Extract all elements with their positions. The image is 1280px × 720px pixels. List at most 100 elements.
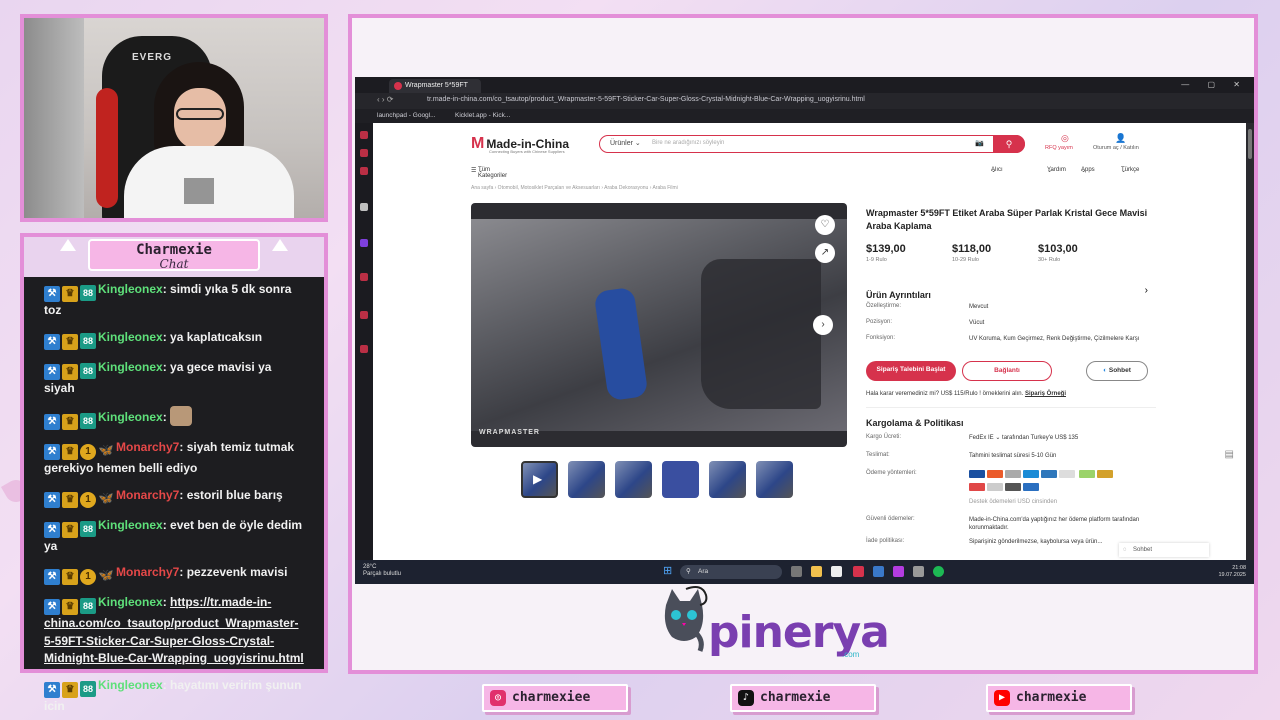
chat-message: ⚒ ♛ 1 🦋 Monarchy7: pezzevenk mavisi [44, 564, 304, 585]
search-category[interactable]: Ürünler ⌄ [610, 139, 641, 147]
butterfly-badge-icon: 🦋 [98, 490, 114, 505]
chat-username[interactable]: Kingleonex [98, 330, 163, 344]
chat-username[interactable]: Kingleonex [98, 518, 163, 532]
task-view-icon[interactable] [791, 566, 802, 577]
product-title: Wrapmaster 5*59FT Etiket Araba Süper Par… [866, 208, 1148, 231]
favorite-heart-icon[interactable]: ♡ [815, 215, 835, 235]
price-tier: $103,00 30+ Rulo [1038, 243, 1078, 263]
user-icon[interactable]: 👤 [1115, 133, 1126, 144]
taskbar-search[interactable]: ⚲ Ara [680, 565, 782, 579]
sidebar-icon[interactable] [360, 149, 368, 157]
camera-icon[interactable]: 📷 [975, 139, 984, 147]
chat-button[interactable]: ◐ Sohbet [1086, 361, 1148, 381]
thumbnail[interactable] [662, 461, 699, 498]
window-controls[interactable]: — ▢ ✕ [1181, 80, 1248, 89]
chat-username[interactable]: Monarchy7 [116, 488, 179, 502]
chat-username[interactable]: Kingleonex [98, 678, 163, 692]
product-page: M Made-in-China Connecting Buyers with Ch… [373, 123, 1246, 560]
search-box[interactable]: Ürünler ⌄ Bire ne aradığınızı söyleyin 📷… [599, 135, 1025, 153]
chat-username[interactable]: Kingleonex [98, 595, 163, 609]
obs-icon[interactable] [913, 566, 924, 577]
sidebar-icon[interactable] [360, 203, 368, 211]
address-bar[interactable]: ‹ › ⟳ tr.made-in-china.com/co_tsautop/pr… [355, 93, 1254, 109]
app-icon[interactable] [831, 566, 842, 577]
feedback-icon[interactable]: ▤ [1225, 449, 1234, 460]
nav-language[interactable]: Türkçe ⌄ [1121, 167, 1139, 174]
app-icon[interactable] [873, 566, 884, 577]
product-gallery[interactable]: WRAPMASTER ♡ ↗ › [471, 203, 847, 447]
thumbnail[interactable] [615, 461, 652, 498]
crown-badge-icon: ♛ [62, 491, 78, 508]
social-instagram: ◎ charmexiee [482, 684, 628, 712]
rfq-icon[interactable]: ◎ [1061, 133, 1069, 144]
thumbnail[interactable] [709, 461, 746, 498]
crown-badge-icon: ♛ [62, 333, 78, 350]
sidebar-icon[interactable] [360, 311, 368, 319]
crown-badge-icon: ♛ [62, 599, 78, 615]
tab-active[interactable]: Wrapmaster 5*59FT [389, 79, 481, 93]
chat-text: ya kaplatıcaksın [170, 329, 263, 344]
search-input[interactable]: Bire ne aradığınızı söyleyin [652, 140, 724, 146]
login-link[interactable]: Oturum aç / Katılın [1093, 145, 1139, 151]
nav-buyer[interactable]: Alıcı ⌄ [991, 167, 1003, 174]
product-info: Wrapmaster 5*59FT Etiket Araba Süper Par… [866, 207, 1156, 552]
category-nav: ☰ Tüm Kategoriler ⌄ Alıcı ⌄ Yardım ⌄ App… [471, 167, 1151, 179]
chat-username[interactable]: Kingleonex [98, 410, 163, 424]
contact-button[interactable]: Bağlantı [962, 361, 1052, 381]
sample-order-link[interactable]: Sipariş Örneği [1025, 391, 1066, 397]
hammer-badge-icon: ⚒ [44, 569, 60, 585]
return-policy-row: İade politikası: Siparişiniz gönderilmezs… [866, 538, 1103, 545]
all-categories-button[interactable]: ☰ Tüm Kategoriler ⌄ [471, 167, 507, 179]
chevron-right-icon[interactable]: › [1145, 285, 1148, 296]
chat-username[interactable]: Kingleonex [98, 282, 163, 296]
nav-apps[interactable]: Apps ⌄ [1081, 167, 1095, 174]
windows-start-icon[interactable]: ⊞ [663, 566, 672, 577]
applepay-icon [1005, 483, 1021, 491]
chat-username[interactable]: Kingleonex [98, 360, 163, 374]
nav-help[interactable]: Yardım ⌄ [1047, 167, 1066, 174]
bookmark-kicklet[interactable]: Kicklet.app - Kick... [455, 112, 510, 119]
product-video-frame: WRAPMASTER [471, 219, 847, 436]
chat-username[interactable]: Monarchy7 [116, 440, 179, 454]
logo-icon: M [471, 135, 485, 152]
scrollbar-thumb[interactable] [1248, 129, 1252, 159]
hammer-badge-icon: ⚒ [44, 491, 60, 508]
details-header[interactable]: Ürün Ayrıntıları › [866, 285, 1156, 300]
youtube-handle: charmexie [1016, 690, 1087, 705]
chat-title-badge: Charmexie Chat [88, 239, 260, 271]
file-explorer-icon[interactable] [811, 566, 822, 577]
spotify-icon[interactable] [933, 566, 944, 577]
car-interior [701, 259, 821, 409]
breadcrumb[interactable]: Ana sayfa › Otomobil, Motosiklet Parçala… [471, 185, 678, 191]
rfq-link[interactable]: RFQ yayım [1045, 145, 1073, 151]
thumbnail-video[interactable]: ▶ [521, 461, 558, 498]
nav-arrows-icon[interactable]: ‹ › ⟳ [377, 95, 393, 104]
clock[interactable]: 21:08 19.07.2025 [1218, 565, 1246, 579]
thumbnail[interactable] [756, 461, 793, 498]
gallery-watermark: WRAPMASTER [479, 429, 540, 436]
sidebar-icon[interactable] [360, 345, 368, 353]
chat-message-list: ⚒ ♛ 88 Kingleonex: simdi yıka 5 dk sonra to… [44, 281, 304, 720]
scrollbar[interactable] [1246, 123, 1254, 560]
bookmark-launchpad[interactable]: launchpad - Googl... [377, 112, 436, 119]
opera-gx-icon[interactable] [853, 566, 864, 577]
share-icon[interactable]: ↗ [815, 243, 835, 263]
url-text[interactable]: tr.made-in-china.com/co_tsautop/product_… [427, 96, 865, 103]
chat-message: ⚒ ♛ 88 Kingleonex: ya kaplatıcaksın [44, 329, 304, 350]
order-request-button[interactable]: Sipariş Talebini Başlat [866, 361, 956, 381]
next-image-chevron-icon[interactable]: › [813, 315, 833, 335]
sidebar-icon[interactable] [360, 167, 368, 175]
weather-widget[interactable]: 28°C Parçalı bulutlu [363, 564, 401, 578]
search-button[interactable]: ⚲ [993, 135, 1025, 153]
app-icon[interactable] [893, 566, 904, 577]
chat-username[interactable]: Monarchy7 [116, 565, 179, 579]
chat-message: ⚒ ♛ 88 Kingleonex: ya gece mavisi ya siyah [44, 359, 272, 395]
chat-popup[interactable]: ◌ Sohbet [1119, 543, 1209, 557]
thumbnail[interactable] [568, 461, 605, 498]
twitch-icon[interactable] [360, 239, 368, 247]
hammer-badge-icon: ⚒ [44, 599, 60, 615]
chat-message: ⚒ ♛ 88 Kingleonex: [44, 406, 304, 430]
visa-icon [969, 470, 985, 478]
sidebar-icon[interactable] [360, 131, 368, 139]
sidebar-icon[interactable] [360, 273, 368, 281]
